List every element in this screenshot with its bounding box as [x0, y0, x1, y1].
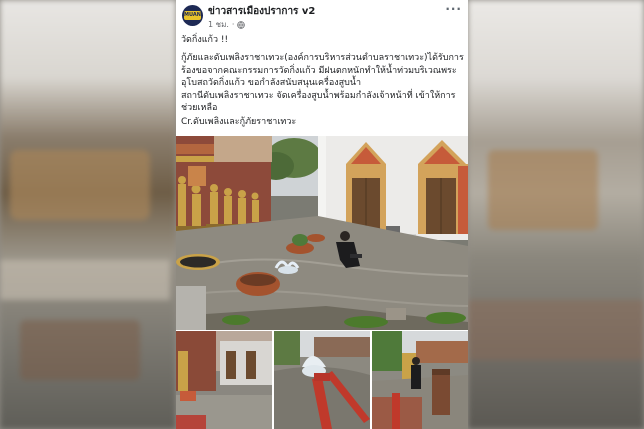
post-paragraph: สถานีดับเพลิงราชาเทวะ จัดเครื่องสูบน้ำพร…	[181, 90, 456, 114]
page-avatar[interactable]: MUANG	[182, 5, 203, 26]
post-credit: Cr.ดับเพลิงและกู้ภัยราชาเทวะ	[181, 117, 297, 128]
blurred-background-right	[468, 0, 644, 429]
post-title: วัดกิ่งแก้ว !!	[181, 35, 229, 45]
more-options-icon[interactable]: ···	[445, 2, 462, 16]
post-meta: 1 ชม. ·	[208, 18, 246, 31]
page-name-link[interactable]: ข่าวสารเมืองปราการ v2	[208, 4, 315, 19]
flooded-temple-photo	[176, 136, 468, 330]
post-photo-thumbnail-3[interactable]	[372, 331, 468, 429]
post-photo-thumbnails	[176, 331, 468, 429]
post-photo-thumbnail-1[interactable]	[176, 331, 272, 429]
page-logo-icon: MUANG	[184, 11, 203, 20]
post-photo-main[interactable]	[176, 136, 468, 330]
post-header: MUANG ข่าวสารเมืองปราการ v2 1 ชม. · ···	[176, 0, 468, 32]
blurred-background-left	[0, 0, 176, 429]
post-photo-thumbnail-2[interactable]	[274, 331, 370, 429]
globe-icon	[237, 20, 246, 29]
post-paragraph: กู้ภัยและดับเพลิงราชาเทวะ(องค์การบริหารส…	[181, 53, 464, 89]
post-text: วัดกิ่งแก้ว !! กู้ภัยและดับเพลิงราชาเทวะ…	[181, 34, 466, 129]
post-timestamp[interactable]: 1 ชม.	[208, 18, 229, 31]
facebook-post-card: MUANG ข่าวสารเมืองปราการ v2 1 ชม. · ··· …	[176, 0, 468, 429]
